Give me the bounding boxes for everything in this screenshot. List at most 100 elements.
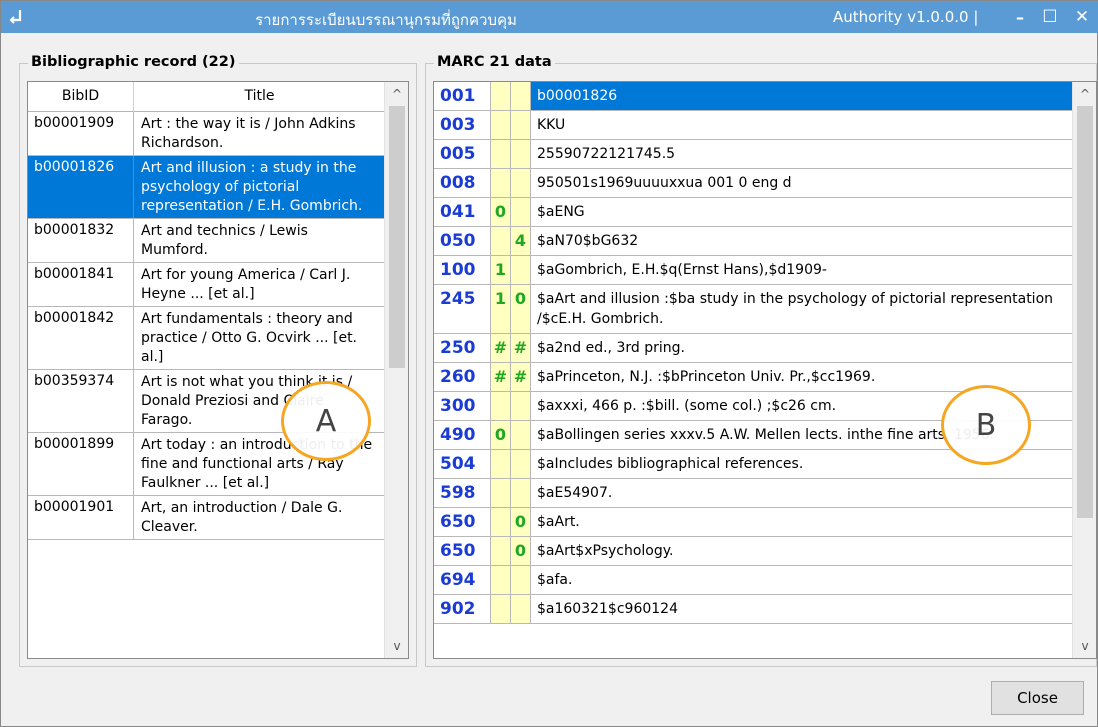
indicator2-cell	[511, 169, 531, 197]
marc-tag-cell: 001	[434, 82, 491, 110]
title-cell: Art fundamentals : theory and practice /…	[141, 311, 358, 365]
marc-field-row[interactable]: 001 b00001826	[434, 82, 1072, 111]
indicator2-cell	[511, 198, 531, 226]
marc-value-cell: $aArt.	[537, 514, 580, 530]
marc-field-row[interactable]: 902 $a160321$c960124	[434, 595, 1072, 624]
indicator1-cell	[491, 595, 511, 623]
indicator1-cell: 0	[491, 198, 511, 226]
title-cell: Art : the way it is / John Adkins Richar…	[141, 116, 356, 151]
marc-tag-cell: 245	[434, 285, 491, 333]
indicator1-cell	[491, 140, 511, 168]
table-header: BibID Title	[28, 82, 384, 112]
indicator1-cell	[491, 450, 511, 478]
indicator1-cell: #	[491, 363, 511, 391]
marc21-data-table[interactable]: 001 b00001826 003 KKU 005 25590722121745.5 008…	[433, 81, 1097, 659]
maximize-icon: ☐	[1042, 7, 1058, 27]
marc-value-cell: 950501s1969uuuuxxua 001 0 eng d	[537, 175, 792, 191]
marc-field-row[interactable]: 100 1 $aGombrich, E.H.$q(Ernst Hans),$d190…	[434, 256, 1072, 285]
marc-tag-cell: 050	[434, 227, 491, 255]
marc-value-cell: $a2nd ed., 3rd pring.	[537, 340, 685, 356]
indicator1-cell: 1	[491, 285, 511, 333]
bibid-cell: b00359374	[28, 370, 134, 432]
table-row[interactable]: b00001841 Art for young America / Carl J.…	[28, 263, 384, 307]
bibliographic-record-table[interactable]: BibID Title b00001909 Art : the way it is…	[27, 81, 409, 659]
column-header-title[interactable]: Title	[135, 88, 384, 104]
bibliographic-record-list: b00001909 Art : the way it is / John Adki…	[28, 112, 384, 540]
indicator1-cell	[491, 111, 511, 139]
scroll-up-icon[interactable]: ^	[385, 82, 408, 106]
marc-field-row[interactable]: 650 0 $aArt$xPsychology.	[434, 537, 1072, 566]
minimize-button[interactable]: –	[1007, 5, 1033, 29]
minimize-icon: –	[1016, 7, 1024, 27]
marc-field-row[interactable]: 598 $aE54907.	[434, 479, 1072, 508]
indicator2-cell: 0	[511, 285, 531, 333]
title-cell: Art and technics / Lewis Mumford.	[141, 223, 308, 258]
table-row[interactable]: b00001832 Art and technics / Lewis Mumfor…	[28, 219, 384, 263]
marc-tag-cell: 504	[434, 450, 491, 478]
indicator1-cell: 1	[491, 256, 511, 284]
bibid-cell: b00001841	[28, 263, 134, 306]
indicator2-cell	[511, 595, 531, 623]
marc-tag-cell: 041	[434, 198, 491, 226]
marc-tag-cell: 598	[434, 479, 491, 507]
indicator2-cell: 4	[511, 227, 531, 255]
marc-value-cell: $aN70$bG632	[537, 233, 639, 249]
scroll-down-icon[interactable]: v	[1073, 634, 1096, 658]
maximize-button[interactable]: ☐	[1037, 5, 1063, 29]
authority-window: รายการระเบียนบรรณานุกรมที่ถูกควบคุม Auth…	[0, 0, 1098, 727]
marc-field-row[interactable]: 650 0 $aArt.	[434, 508, 1072, 537]
marc-field-row[interactable]: 050 4 $aN70$bG632	[434, 227, 1072, 256]
indicator1-cell	[491, 392, 511, 420]
close-window-button[interactable]: ✕	[1069, 5, 1095, 29]
scroll-up-icon[interactable]: ^	[1073, 82, 1096, 106]
marc-field-row[interactable]: 041 0 $aENG	[434, 198, 1072, 227]
indicator2-cell	[511, 82, 531, 110]
marc-tag-cell: 902	[434, 595, 491, 623]
annotation-b: B	[941, 385, 1031, 465]
marc-tag-cell: 008	[434, 169, 491, 197]
annotation-a: A	[281, 381, 371, 461]
title-cell: Art, an introduction / Dale G. Cleaver.	[141, 500, 343, 535]
indicator1-cell	[491, 169, 511, 197]
marc-tag-cell: 003	[434, 111, 491, 139]
marc-tag-cell: 100	[434, 256, 491, 284]
scroll-down-icon[interactable]: v	[385, 634, 408, 658]
left-scrollbar[interactable]: ^ v	[384, 82, 408, 658]
right-scrollbar[interactable]: ^ v	[1072, 82, 1096, 658]
marc-tag-cell: 694	[434, 566, 491, 594]
title-cell: Art for young America / Carl J. Heyne ..…	[141, 267, 351, 302]
indicator1-cell: #	[491, 334, 511, 362]
marc-tag-cell: 490	[434, 421, 491, 449]
marc-field-row[interactable]: 008 950501s1969uuuuxxua 001 0 eng d	[434, 169, 1072, 198]
indicator1-cell	[491, 82, 511, 110]
marc-tag-cell: 300	[434, 392, 491, 420]
marc21-data-title: MARC 21 data	[434, 54, 555, 70]
table-row[interactable]: b00001909 Art : the way it is / John Adki…	[28, 112, 384, 156]
bibid-cell: b00001899	[28, 433, 134, 495]
marc-field-row[interactable]: 005 25590722121745.5	[434, 140, 1072, 169]
close-button[interactable]: Close	[991, 681, 1084, 715]
indicator2-cell	[511, 111, 531, 139]
marc-field-row[interactable]: 250 # # $a2nd ed., 3rd pring.	[434, 334, 1072, 363]
bibid-cell: b00001826	[28, 156, 134, 218]
column-header-bibid[interactable]: BibID	[28, 82, 134, 112]
indicator2-cell: 0	[511, 537, 531, 565]
table-row[interactable]: b00001826 Art and illusion : a study in t…	[28, 156, 384, 219]
scroll-thumb[interactable]	[1077, 106, 1093, 518]
marc-tag-cell: 260	[434, 363, 491, 391]
indicator2-cell	[511, 450, 531, 478]
marc-value-cell: $aArt$xPsychology.	[537, 543, 674, 559]
marc-value-cell: 25590722121745.5	[537, 146, 676, 162]
table-row[interactable]: b00001901 Art, an introduction / Dale G. …	[28, 496, 384, 540]
title-cell: Art and illusion : a study in the psycho…	[141, 160, 363, 214]
table-row[interactable]: b00001842 Art fundamentals : theory and p…	[28, 307, 384, 370]
marc-field-row[interactable]: 003 KKU	[434, 111, 1072, 140]
marc-value-cell: $aGombrich, E.H.$q(Ernst Hans),$d1909-	[537, 262, 827, 278]
indicator2-cell	[511, 256, 531, 284]
marc-value-cell: $aENG	[537, 204, 585, 220]
marc-field-row[interactable]: 694 $afa.	[434, 566, 1072, 595]
bibid-cell: b00001909	[28, 112, 134, 155]
indicator1-cell	[491, 508, 511, 536]
scroll-thumb[interactable]	[389, 106, 405, 368]
marc-field-row[interactable]: 245 1 0 $aArt and illusion :$ba study in th…	[434, 285, 1072, 334]
